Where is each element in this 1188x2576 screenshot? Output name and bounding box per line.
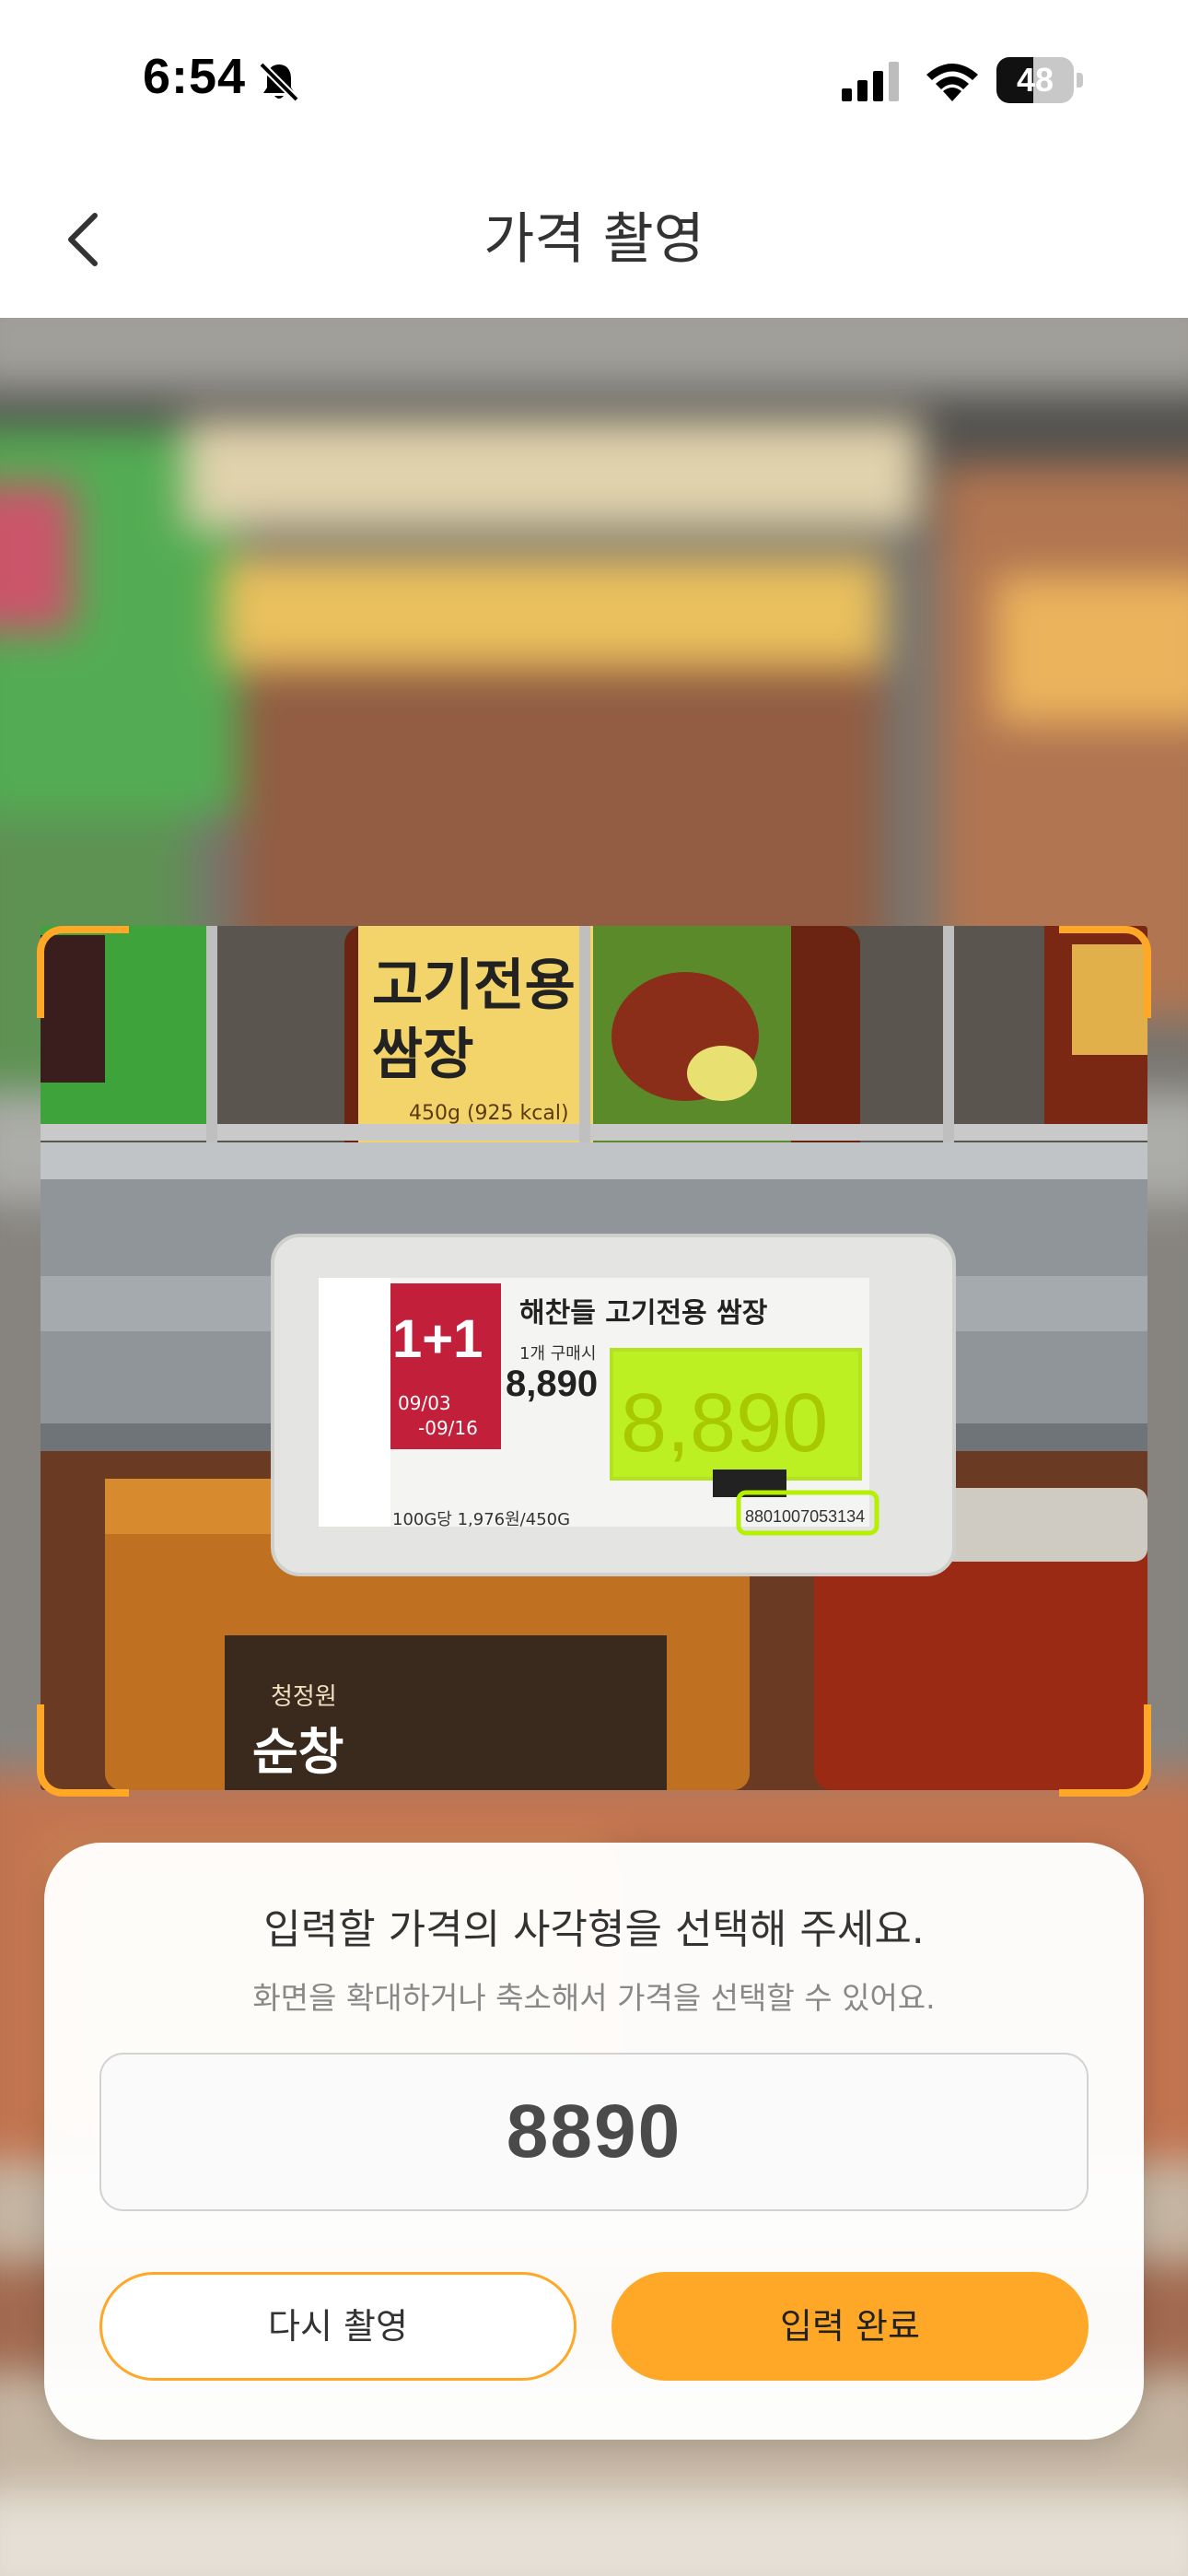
battery-icon: 48 <box>996 57 1083 103</box>
retake-button[interactable]: 다시 촬영 <box>99 2272 577 2381</box>
barcode-number: 8801007053134 <box>745 1507 865 1526</box>
promo-period-start: 09/03 <box>398 1392 451 1414</box>
status-bar: 6:54 48 <box>0 0 1188 161</box>
back-button[interactable] <box>46 203 120 276</box>
status-time: 6:54 <box>143 49 247 104</box>
unit-price: 100G당 1,976원/450G <box>392 1510 570 1529</box>
cellular-signal-icon <box>842 62 899 101</box>
promo-period-end: -09/16 <box>418 1417 478 1439</box>
chevron-left-icon <box>68 213 98 266</box>
price-tag: 1+1 09/03 -09/16 해찬들 고기전용 쌈장 1개 구매시 8,89… <box>271 1234 956 1576</box>
crop-corner-top-right[interactable] <box>1059 926 1151 1018</box>
detected-price: 8,890 <box>621 1377 828 1469</box>
crop-corner-bottom-right[interactable] <box>1059 1704 1151 1797</box>
crop-corner-bottom-left[interactable] <box>37 1704 129 1797</box>
price-tag-photo: 고기전용 쌈장 450g (925 kcal) 순창 청정원 1+1 09/03… <box>41 926 1147 1790</box>
price-value[interactable]: 8890 <box>101 2055 1087 2209</box>
sheet-title: 입력할 가격의 사각형을 선택해 주세요. <box>263 1906 925 1953</box>
product-top-line1: 고기전용 <box>372 954 576 1018</box>
done-button[interactable]: 입력 완료 <box>611 2272 1089 2381</box>
sheet-subtitle: 화면을 확대하거나 축소해서 가격을 선택할 수 있어요. <box>252 1980 936 2016</box>
battery-body: 48 <box>996 57 1074 103</box>
product-bottom-name: 순창 <box>252 1723 344 1781</box>
product-top-weight: 450g (925 kcal) <box>409 1102 569 1125</box>
crop-corner-top-left[interactable] <box>37 926 129 1018</box>
nav-bar: 가격 촬영 <box>0 161 1188 318</box>
single-buy-caption: 1개 구매시 <box>519 1344 596 1364</box>
single-price: 8,890 <box>506 1364 598 1404</box>
wifi-icon <box>926 64 978 101</box>
promo-badge: 1+1 <box>392 1309 483 1369</box>
battery-nub <box>1077 73 1083 88</box>
price-input-field[interactable]: 8890 <box>99 2053 1089 2211</box>
crop-window[interactable]: 고기전용 쌈장 450g (925 kcal) 순창 청정원 1+1 09/03… <box>41 926 1147 1790</box>
bell-slash-icon <box>259 62 299 102</box>
battery-level-text: 48 <box>1016 61 1054 99</box>
product-top-line2: 쌈장 <box>372 1023 473 1087</box>
product-name: 해찬들 고기전용 쌈장 <box>519 1297 768 1329</box>
price-confirm-sheet: 입력할 가격의 사각형을 선택해 주세요. 화면을 확대하거나 축소해서 가격을… <box>44 1843 1144 2440</box>
product-bottom-brand: 청정원 <box>271 1683 337 1711</box>
page-title: 가격 촬영 <box>483 207 705 272</box>
